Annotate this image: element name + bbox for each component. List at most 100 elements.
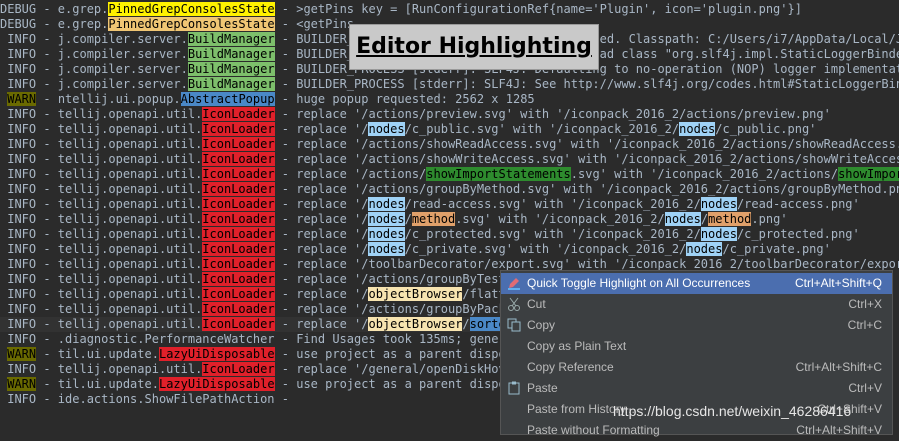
menu-item-shortcut: Ctrl+V [848,381,882,395]
console-text: - replace '/actions/showReadAccess.svg' … [274,137,899,151]
highlighted-token: IconLoader [202,122,275,136]
menu-item-shortcut: Ctrl+Alt+Shift+C [795,360,882,374]
highlighted-token: IconLoader [202,257,275,271]
console-text: - replace '/actions/groupByMethod.svg' w… [274,182,899,196]
highlighted-token: IconLoader [202,362,275,376]
menu-item-label: Cut [527,297,546,311]
console-text: INFO - tellij.openapi.util. [0,137,203,151]
console-text: INFO - tellij.openapi.util. [0,362,203,376]
console-line: INFO - ide.actions.ShowFilePathAction - [0,392,289,407]
console-text: INFO - tellij.openapi.util. [0,272,203,286]
console-text: - replace '/ [274,197,369,211]
console-text: / [700,212,709,226]
console-text: /c_public.svg' with '/iconpack_2016_2/ [404,122,680,136]
console-text: INFO - tellij.openapi.util. [0,212,203,226]
console-text: INFO - tellij.openapi.util. [0,182,203,196]
console-text: INFO - tellij.openapi.util. [0,287,203,301]
console-text: /c_private.svg' with '/iconpack_2016_2/ [404,242,687,256]
highlighted-token: IconLoader [202,287,275,301]
console-line: INFO - tellij.openapi.util.IconLoader - … [0,212,788,227]
console-line: INFO - tellij.openapi.util.IconLoader - … [0,167,899,182]
menu-item-copy-reference[interactable]: Copy Reference Ctrl+Alt+Shift+C [501,357,892,378]
console-line: INFO - tellij.openapi.util.IconLoader - … [0,272,513,287]
console-text: - replace '/actions/groupByTestP [274,272,513,286]
highlighted-token: nodes [368,227,405,241]
menu-item-cut[interactable]: Cut Ctrl+X [501,294,892,315]
console-text: DEBUG - e.grep. [0,17,109,31]
console-line: INFO - tellij.openapi.util.IconLoader - … [0,362,513,377]
console-text: - >getPins key = [RunConfigurationRef{na… [274,2,802,16]
console-line: DEBUG - e.grep.PinnedGrepConsolesState -… [0,2,802,17]
highlighted-token: IconLoader [202,137,275,151]
highlighted-token: objectBrowser [368,317,463,331]
console-text: - <getPins [274,17,355,31]
highlighted-token: IconLoader [202,242,275,256]
highlighted-token: nodes [686,242,723,256]
console-line: INFO - tellij.openapi.util.IconLoader - … [0,137,899,152]
highlighted-token: LazyUiDisposable [158,377,275,391]
console-text: - replace '/general/openDiskHove [274,362,513,376]
console-text: - BUILDER_ [274,32,355,46]
highlighted-token: WARN [7,377,37,391]
console-text: - til.ui.update. [36,377,159,391]
highlighted-token: BuildManager [187,62,275,76]
console-text: /read-access.svg' with '/iconpack_2016_2… [404,197,701,211]
console-text: .svg' with '/iconpack_2016_2/actions/ [570,167,839,181]
console-text: INFO - j.compiler.server. [0,62,188,76]
console-text: - replace '/actions/ [274,167,427,181]
console-line: DEBUG - e.grep.PinnedGrepConsolesState -… [0,17,354,32]
console-line: INFO - tellij.openapi.util.IconLoader - … [0,287,513,302]
highlighted-token: WARN [7,347,37,361]
console-text: - replace '/actions/showWriteAccess.svg'… [274,152,899,166]
console-line: INFO - .diagnostic.PerformanceWatcher - … [0,332,513,347]
console-line: INFO - tellij.openapi.util.IconLoader - … [0,227,860,242]
console-text: - replace '/ [274,317,369,331]
menu-item-quick-toggle-highlight-on-all-occurrences[interactable]: Quick Toggle Highlight on All Occurrence… [501,273,892,294]
console-text: INFO - ide.actions.ShowFilePathAction - [0,392,289,406]
console-text: INFO - tellij.openapi.util. [0,302,203,316]
console-text: INFO - tellij.openapi.util. [0,152,203,166]
highlighted-token: IconLoader [202,272,275,286]
console-line: INFO - tellij.openapi.util.IconLoader - … [0,107,831,122]
menu-item-shortcut: Ctrl+Alt+Shift+V [796,423,882,437]
console-text: /c_public.png' [715,122,817,136]
highlighted-token: nodes [368,242,405,256]
console-text: - replace '/ [274,227,369,241]
highlighted-token: BuildManager [187,77,275,91]
console-text: INFO - tellij.openapi.util. [0,167,203,181]
console-text: INFO - tellij.openapi.util. [0,242,203,256]
highlighted-token: nodes [368,197,405,211]
highlight-icon [507,276,521,290]
menu-item-label: Paste [527,381,558,395]
console-line: WARN - til.ui.update.LazyUiDisposable - … [0,347,513,362]
highlighted-token: nodes [368,122,405,136]
console-line: INFO - tellij.openapi.util.IconLoader - … [0,317,513,332]
console-text: INFO - j.compiler.server. [0,77,188,91]
console-text: /c_private.png' [722,242,831,256]
highlighted-token: showImportStatements [426,167,571,181]
overlay-title: Editor Highlighting [349,24,599,70]
menu-item-shortcut: Ctrl+Alt+Shift+Q [794,276,882,290]
menu-item-paste-without-formatting[interactable]: Paste without Formatting Ctrl+Alt+Shift+V [501,420,892,441]
console-text: INFO - tellij.openapi.util. [0,227,203,241]
menu-item-label: Copy as Plain Text [527,339,627,353]
menu-item-shortcut: Ctrl+X [848,297,882,311]
console-text: - replace '/ [274,242,369,256]
highlighted-token: PinnedGrepConsolesState [108,17,275,31]
highlighted-token: IconLoader [202,302,275,316]
console-text: INFO - tellij.openapi.util. [0,122,203,136]
console-line: INFO - j.compiler.server.BuildManager - … [0,77,899,92]
menu-item-copy[interactable]: Copy Ctrl+C [501,315,892,336]
menu-item-paste[interactable]: Paste Ctrl+V [501,378,892,399]
console-text: - BUILDER_ [274,47,355,61]
console-line: INFO - tellij.openapi.util.IconLoader - … [0,182,899,197]
paste-icon [507,381,521,395]
menu-item-label: Copy Reference [527,360,614,374]
highlighted-token: BuildManager [187,47,275,61]
highlighted-token: IconLoader [202,152,275,166]
console-text: INFO - tellij.openapi.util. [0,107,203,121]
highlighted-token: IconLoader [202,212,275,226]
menu-item-shortcut: Ctrl+C [847,318,882,332]
console-text: /read-access.png' [736,197,860,211]
menu-item-copy-as-plain-text[interactable]: Copy as Plain Text [501,336,892,357]
